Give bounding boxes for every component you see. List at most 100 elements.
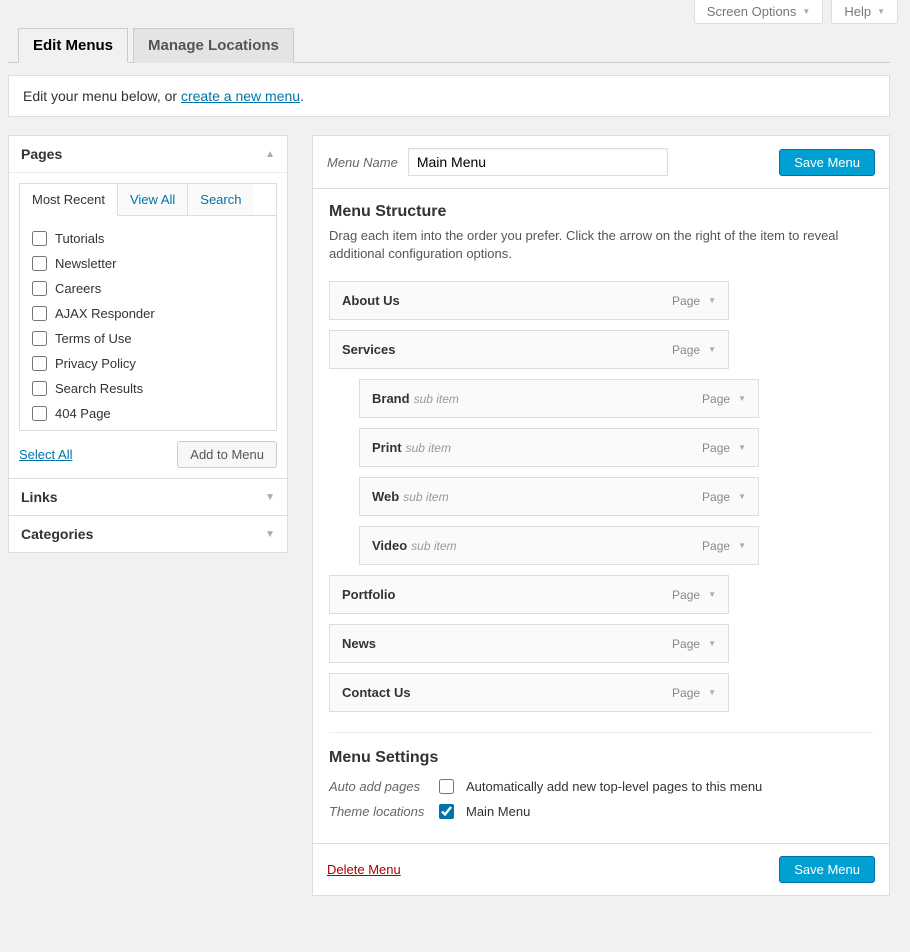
categories-title: Categories bbox=[21, 526, 93, 542]
pages-inner-tabs: Most Recent View All Search bbox=[19, 183, 277, 216]
page-item-checkbox[interactable] bbox=[32, 256, 47, 271]
tab-most-recent[interactable]: Most Recent bbox=[20, 184, 118, 216]
tab-search[interactable]: Search bbox=[188, 184, 253, 216]
screen-options-label: Screen Options bbox=[707, 4, 797, 19]
menu-item-title: Contact Us bbox=[342, 685, 411, 700]
menu-item-type-label: Page bbox=[672, 686, 700, 700]
save-menu-button-top[interactable]: Save Menu bbox=[779, 149, 875, 176]
menu-item-type-label: Page bbox=[702, 441, 730, 455]
screen-options-button[interactable]: Screen Options ▼ bbox=[694, 0, 824, 24]
page-item[interactable]: Newsletter bbox=[30, 251, 266, 276]
pages-accordion-header[interactable]: Pages ▲ bbox=[9, 136, 287, 173]
page-item-label: Privacy Policy bbox=[55, 356, 136, 371]
menu-item-title: Web bbox=[372, 489, 399, 504]
menu-item-expand-icon[interactable]: ▼ bbox=[738, 443, 746, 452]
pages-accordion: Pages ▲ Most Recent View All Search Tuto… bbox=[8, 135, 288, 479]
tab-edit-menus[interactable]: Edit Menus bbox=[18, 28, 128, 63]
pages-title: Pages bbox=[21, 146, 62, 162]
menu-item-expand-icon[interactable]: ▼ bbox=[708, 639, 716, 648]
help-button[interactable]: Help ▼ bbox=[831, 0, 898, 24]
menu-settings-heading: Menu Settings bbox=[329, 749, 873, 767]
page-item-checkbox[interactable] bbox=[32, 381, 47, 396]
menu-item[interactable]: Contact Us Page ▼ bbox=[329, 673, 729, 712]
menu-item-expand-icon[interactable]: ▼ bbox=[738, 492, 746, 501]
menu-item[interactable]: Portfolio Page ▼ bbox=[329, 575, 729, 614]
menu-name-input[interactable] bbox=[408, 148, 668, 176]
intro-text: Edit your menu below, or bbox=[23, 88, 181, 104]
menu-structure-desc: Drag each item into the order you prefer… bbox=[329, 227, 873, 263]
caret-up-icon: ▲ bbox=[265, 149, 275, 160]
page-item[interactable]: Careers bbox=[30, 276, 266, 301]
delete-menu-link[interactable]: Delete Menu bbox=[327, 862, 401, 877]
tab-view-all[interactable]: View All bbox=[118, 184, 188, 216]
page-item-label: Newsletter bbox=[55, 256, 116, 271]
page-item-checkbox[interactable] bbox=[32, 331, 47, 346]
menu-item[interactable]: Print sub item Page ▼ bbox=[359, 428, 759, 467]
page-item-label: AJAX Responder bbox=[55, 306, 155, 321]
page-item-checkbox[interactable] bbox=[32, 406, 47, 421]
page-item[interactable]: Tutorials bbox=[30, 226, 266, 251]
links-accordion-header[interactable]: Links ▼ bbox=[9, 479, 287, 515]
menu-item-title: Portfolio bbox=[342, 587, 395, 602]
intro-box: Edit your menu below, or create a new me… bbox=[8, 75, 890, 117]
menu-item-sub-label: sub item bbox=[414, 392, 459, 406]
intro-suffix: . bbox=[300, 88, 304, 104]
theme-location-checkbox[interactable] bbox=[439, 804, 454, 819]
nav-tabs: Edit Menus Manage Locations bbox=[8, 28, 890, 63]
menu-item-sub-label: sub item bbox=[406, 441, 451, 455]
page-item[interactable]: Terms of Use bbox=[30, 326, 266, 351]
menu-item-expand-icon[interactable]: ▼ bbox=[708, 590, 716, 599]
menu-item-title: Brand bbox=[372, 391, 410, 406]
menu-item-sub-label: sub item bbox=[403, 490, 448, 504]
categories-accordion: Categories ▼ bbox=[8, 515, 288, 553]
pages-list: Tutorials Newsletter Careers AJAX Responder… bbox=[19, 215, 277, 431]
page-item[interactable]: AJAX Responder bbox=[30, 301, 266, 326]
menu-item-expand-icon[interactable]: ▼ bbox=[708, 688, 716, 697]
caret-down-icon: ▼ bbox=[265, 529, 275, 540]
theme-locations-label: Theme locations bbox=[329, 804, 427, 819]
menu-structure-heading: Menu Structure bbox=[329, 203, 873, 221]
menu-item-type-label: Page bbox=[672, 588, 700, 602]
menu-item-expand-icon[interactable]: ▼ bbox=[738, 394, 746, 403]
menu-item-expand-icon[interactable]: ▼ bbox=[708, 296, 716, 305]
tab-manage-locations[interactable]: Manage Locations bbox=[133, 28, 294, 63]
create-menu-link[interactable]: create a new menu bbox=[181, 88, 300, 104]
links-accordion: Links ▼ bbox=[8, 478, 288, 516]
menu-name-label: Menu Name bbox=[327, 155, 398, 170]
menu-item-expand-icon[interactable]: ▼ bbox=[708, 345, 716, 354]
menu-item[interactable]: Brandsub itemPage▼ bbox=[359, 379, 759, 418]
page-item-label: Terms of Use bbox=[55, 331, 132, 346]
add-to-menu-button[interactable]: Add to Menu bbox=[177, 441, 277, 468]
categories-accordion-header[interactable]: Categories ▼ bbox=[9, 516, 287, 552]
page-item-label: Search Results bbox=[55, 381, 143, 396]
page-item-checkbox[interactable] bbox=[32, 306, 47, 321]
menu-item-title: Video bbox=[372, 538, 407, 553]
menu-item-expand-icon[interactable]: ▼ bbox=[738, 541, 746, 550]
menu-item[interactable]: Videosub itemPage▼ bbox=[359, 526, 759, 565]
menu-item[interactable]: About UsPage▼ bbox=[329, 281, 729, 320]
auto-add-checkbox[interactable] bbox=[439, 779, 454, 794]
menu-item-type-label: Page bbox=[672, 343, 700, 357]
page-item-checkbox[interactable] bbox=[32, 281, 47, 296]
menu-item[interactable]: ServicesPage▼ bbox=[329, 330, 729, 369]
page-item[interactable]: Search Results bbox=[30, 376, 266, 401]
menu-item-type-label: Page bbox=[702, 539, 730, 553]
menu-item[interactable]: NewsPage▼ bbox=[329, 624, 729, 663]
auto-add-label: Auto add pages bbox=[329, 779, 427, 794]
select-all-link[interactable]: Select All bbox=[19, 447, 72, 462]
auto-add-text: Automatically add new top-level pages to… bbox=[466, 779, 762, 794]
page-item[interactable]: Privacy Policy bbox=[30, 351, 266, 376]
menu-item-title: Print bbox=[372, 440, 402, 455]
save-menu-button-bottom[interactable]: Save Menu bbox=[779, 856, 875, 883]
page-item[interactable]: 404 Page bbox=[30, 401, 266, 426]
menu-item-type-label: Page bbox=[672, 294, 700, 308]
page-item-label: Tutorials bbox=[55, 231, 104, 246]
page-item-label: 404 Page bbox=[55, 406, 111, 421]
menu-item-type-label: Page bbox=[702, 490, 730, 504]
menu-item-type-label: Page bbox=[672, 637, 700, 651]
menu-edit-panel: Menu Name Save Menu Menu Structure Drag … bbox=[312, 135, 890, 896]
page-item-checkbox[interactable] bbox=[32, 356, 47, 371]
menu-item[interactable]: Web sub item Page ▼ bbox=[359, 477, 759, 516]
help-label: Help bbox=[844, 4, 871, 19]
page-item-checkbox[interactable] bbox=[32, 231, 47, 246]
